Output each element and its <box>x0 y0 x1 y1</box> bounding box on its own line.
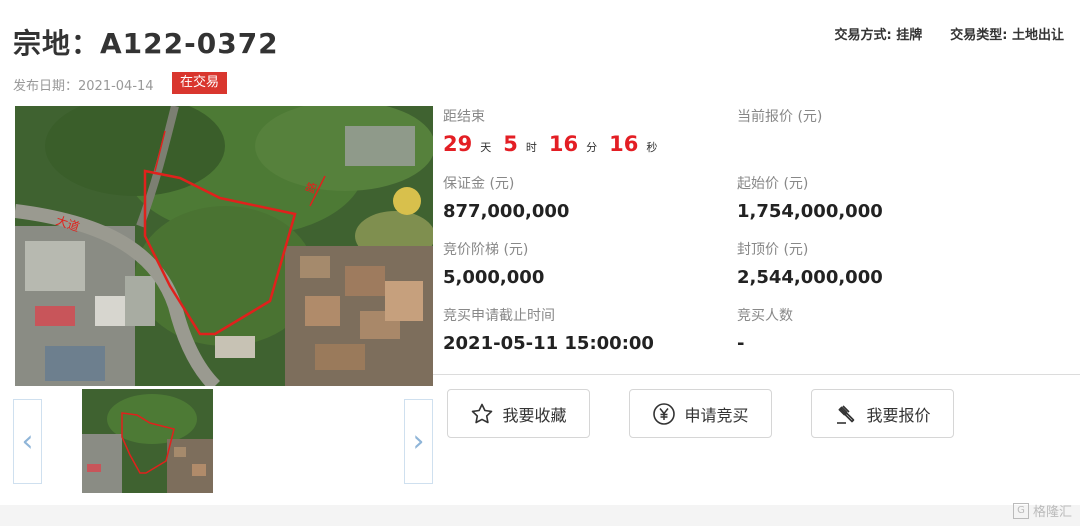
trade-type: 交易类型: 土地出让 <box>950 28 1064 43</box>
favorite-button-label: 我要收藏 <box>502 405 567 425</box>
trade-info: 交易方式: 挂牌 交易类型: 土地出让 <box>835 24 1064 43</box>
footer-band <box>0 505 1080 526</box>
start-price-value: 1,754,000,000 <box>737 201 883 222</box>
current-price-label: 当前报价 (元) <box>737 109 823 125</box>
divider <box>433 374 1080 375</box>
publish-date: 发布日期：2021-04-14 <box>13 79 154 94</box>
status-badge: 在交易 <box>172 72 228 94</box>
countdown-minutes: 16 <box>548 132 579 156</box>
countdown-days: 29 <box>443 132 473 156</box>
deadline-label: 竞买申请截止时间 <box>443 308 555 324</box>
chevron-right-icon[interactable]: › <box>404 399 433 484</box>
deposit-label: 保证金 (元) <box>443 176 515 192</box>
countdown-days-unit: 天 <box>480 141 492 154</box>
countdown-timer: 29 天 5 时 16 分 16 秒 <box>443 132 669 156</box>
apply-bid-button[interactable]: 申请竞买 <box>629 389 772 438</box>
page-title: 宗地：A122-0372 <box>13 27 279 60</box>
watermark-logo-icon: G <box>1012 502 1029 519</box>
countdown-seconds-unit: 秒 <box>646 141 658 154</box>
yen-circle-icon <box>653 402 676 425</box>
countdown-hours-unit: 时 <box>525 141 537 154</box>
start-price-label: 起始价 (元) <box>737 176 809 192</box>
bid-step-value: 5,000,000 <box>443 267 545 288</box>
trade-method: 交易方式: 挂牌 <box>834 28 923 43</box>
parcel-map-image[interactable]: 大道 路 <box>15 106 433 386</box>
place-bid-button[interactable]: 我要报价 <box>811 389 954 438</box>
bidders-label: 竞买人数 <box>737 308 793 324</box>
favorite-button[interactable]: 我要收藏 <box>447 389 590 438</box>
cap-price-value: 2,544,000,000 <box>737 267 883 288</box>
deadline-value: 2021-05-11 15:00:00 <box>443 333 654 354</box>
place-bid-button-label: 我要报价 <box>866 405 931 425</box>
chevron-left-icon[interactable]: ‹ <box>13 399 42 484</box>
thumbnail-strip: ‹ › <box>13 389 435 495</box>
countdown-minutes-unit: 分 <box>586 141 598 154</box>
countdown-seconds: 16 <box>609 132 639 156</box>
bidders-value: - <box>737 333 745 354</box>
countdown-hours: 5 <box>503 132 518 156</box>
cap-price-label: 封顶价 (元) <box>737 242 809 258</box>
countdown-label: 距结束 <box>443 109 485 125</box>
watermark: G 格隆汇 <box>1012 501 1072 520</box>
deposit-value: 877,000,000 <box>443 201 570 222</box>
bid-step-label: 竞价阶梯 (元) <box>443 242 529 258</box>
map-thumbnail[interactable] <box>82 389 213 493</box>
apply-bid-button-label: 申请竞买 <box>684 405 749 425</box>
gavel-icon <box>837 404 855 424</box>
watermark-text: 格隆汇 <box>1032 505 1072 520</box>
star-icon <box>472 403 493 423</box>
